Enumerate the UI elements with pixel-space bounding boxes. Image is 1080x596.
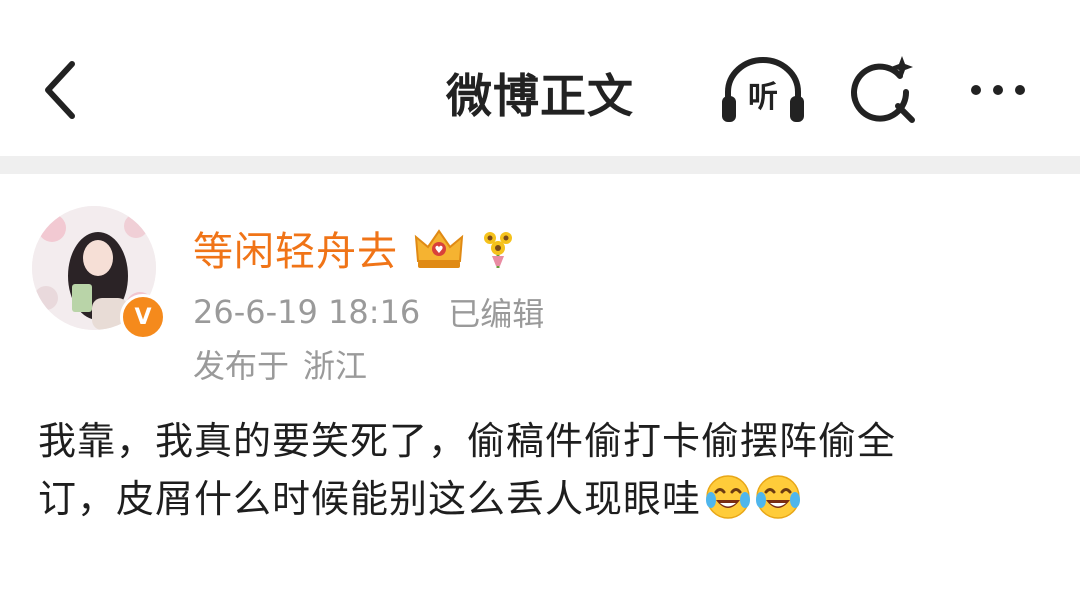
sunflower-badge-icon[interactable]: [478, 226, 518, 270]
author-row: 等闲轻舟去 ♥: [193, 218, 518, 278]
location-prefix: 发布于: [193, 347, 290, 385]
laughing-tears-emoji: [756, 475, 801, 519]
search-button[interactable]: [846, 52, 922, 128]
more-button[interactable]: [958, 62, 1038, 118]
post-timestamp: 26-6-19 18:16: [193, 293, 421, 331]
more-dot: [1015, 85, 1025, 95]
edited-label[interactable]: 已编辑: [448, 289, 544, 335]
location-value: 浙江: [303, 347, 368, 385]
top-bar: 微博正文 听: [0, 0, 1080, 156]
listen-label: 听: [748, 80, 778, 115]
svg-text:♥: ♥: [435, 245, 444, 256]
weibo-post-page: 微博正文 听 V 等闲轻舟去 ♥ 26-6-19 18:16 已编辑 发布于 浙…: [0, 0, 1080, 596]
post-location: 发布于 浙江: [193, 340, 367, 388]
post-text-line: 订，皮屑什么时候能别这么丢人现眼哇: [38, 477, 702, 521]
more-dot: [971, 85, 981, 95]
crown-badge-icon[interactable]: ♥: [412, 225, 466, 271]
more-dot: [993, 85, 1003, 95]
author-avatar[interactable]: V: [32, 206, 166, 340]
search-sparkle-icon: [851, 56, 915, 123]
listen-button[interactable]: 听: [718, 52, 808, 128]
post-text-line-wrap: 订，皮屑什么时候能别这么丢人现眼哇: [38, 470, 1048, 528]
laughing-tears-emoji: [706, 475, 751, 519]
author-name[interactable]: 等闲轻舟去: [193, 219, 398, 277]
verified-badge: V: [120, 294, 166, 340]
post-meta: 26-6-19 18:16 已编辑: [193, 288, 544, 336]
post-content: 我靠，我真的要笑死了，偷稿件偷打卡偷摆阵偷全 订，皮屑什么时候能别这么丢人现眼哇: [38, 412, 1048, 528]
post-text-line: 我靠，我真的要笑死了，偷稿件偷打卡偷摆阵偷全: [38, 419, 897, 463]
section-divider: [0, 156, 1080, 174]
